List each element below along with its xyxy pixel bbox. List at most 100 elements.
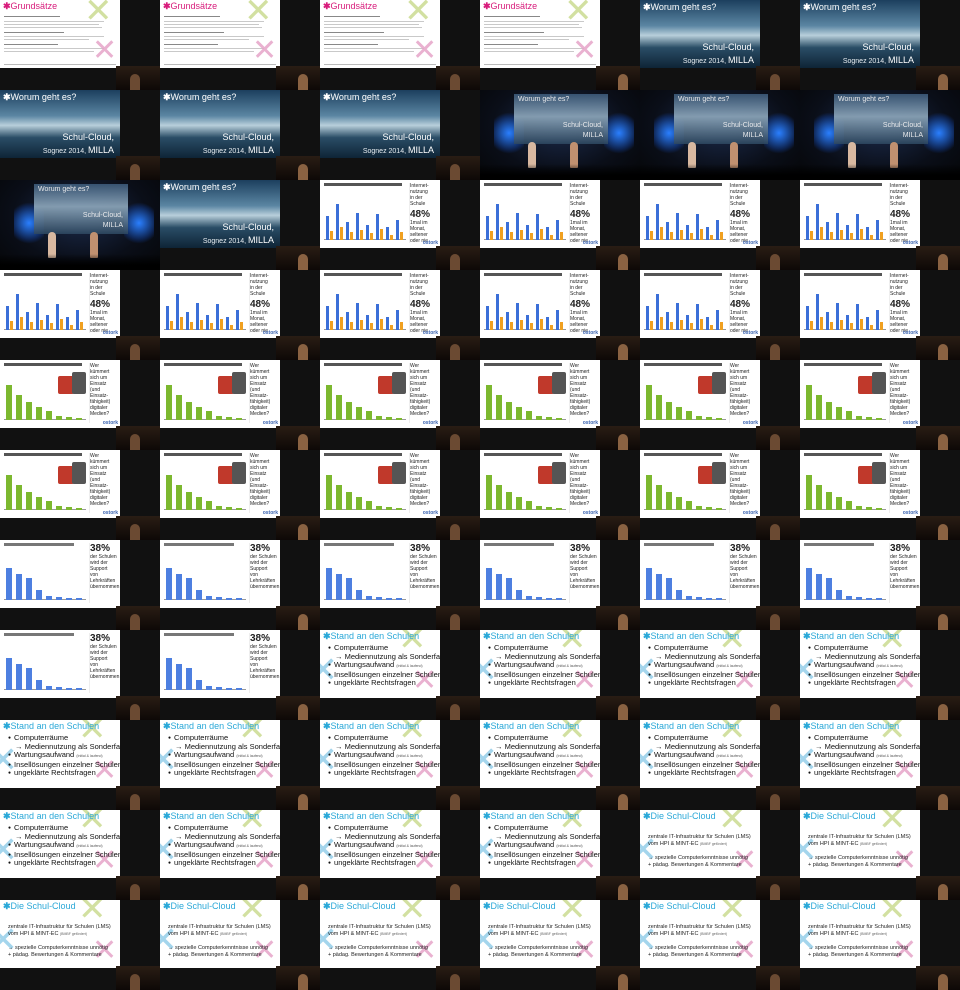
speaker-inset xyxy=(116,966,160,990)
thumbnail-stand[interactable]: ✕ ✕ ✕ ✱Stand an den Schulen Computerräum… xyxy=(640,720,800,810)
thumbnail-chart3[interactable]: 38% der Schulen wird der Support von Leh… xyxy=(160,630,320,720)
thumbnail-chart1[interactable]: Internet- nutzung in der Schule 48% 1mal… xyxy=(480,270,640,360)
chart-bar xyxy=(46,596,52,600)
thumbnail-grund[interactable]: ✱Grundsätze ✕ ✕ xyxy=(0,0,160,90)
thumbnail-chart1[interactable]: Internet- nutzung in der Schule 48% 1mal… xyxy=(160,270,320,360)
speaker-inset xyxy=(276,606,320,630)
thumbnail-grund[interactable]: ✱Grundsätze ✕ ✕ xyxy=(480,0,640,90)
thumbnail-stand[interactable]: ✕ ✕ ✕ ✱Stand an den Schulen Computerräum… xyxy=(320,630,480,720)
thumbnail-worum[interactable]: ✱Worum geht es? Schul-Cloud, Sognez 2014… xyxy=(160,90,320,180)
thumbnail-chart2[interactable]: Wer kümmert sich um Einsatz (und Einsatz… xyxy=(160,450,320,540)
thumbnail-photo[interactable]: Worum geht es? Schul-Cloud, MILLA xyxy=(480,90,640,180)
slide-stand: ✕ ✕ ✕ ✱Stand an den Schulen Computerräum… xyxy=(0,720,120,788)
thumbnail-chart2[interactable]: Wer kümmert sich um Einsatz (und Einsatz… xyxy=(640,450,800,540)
thumbnail-chart2[interactable]: Wer kümmert sich um Einsatz (und Einsatz… xyxy=(160,360,320,450)
thumbnail-stand[interactable]: ✕ ✕ ✕ ✱Stand an den Schulen Computerräum… xyxy=(320,720,480,810)
thumbnail-chart3[interactable]: 38% der Schulen wird der Support von Leh… xyxy=(0,540,160,630)
thumbnail-chart2[interactable]: Wer kümmert sich um Einsatz (und Einsatz… xyxy=(0,360,160,450)
chart-bar xyxy=(556,508,562,510)
slide-stand: ✕ ✕ ✕ ✱Stand an den Schulen Computerräum… xyxy=(160,720,280,788)
thumbnail-chart2[interactable]: Wer kümmert sich um Einsatz (und Einsatz… xyxy=(0,450,160,540)
slide-title: ✱Worum geht es? xyxy=(323,92,397,102)
chart-bar xyxy=(530,233,533,240)
chart-sidebar: Wer kümmert sich um Einsatz (und Einsatz… xyxy=(409,363,439,423)
thumbnail-chart1[interactable]: Internet- nutzung in der Schule 48% 1mal… xyxy=(320,180,480,270)
thumbnail-cloud[interactable]: ✕ ✕ ✕ ✱Die Schul-Cloud zentrale IT-Infra… xyxy=(0,900,160,990)
chart-sidebar: Internet- nutzung in der Schule 48% 1mal… xyxy=(409,273,439,334)
thumbnail-chart2[interactable]: Wer kümmert sich um Einsatz (und Einsatz… xyxy=(640,360,800,450)
thumbnail-stand[interactable]: ✕ ✕ ✕ ✱Stand an den Schulen Computerräum… xyxy=(160,810,320,900)
thumbnail-worum[interactable]: ✱Worum geht es? Schul-Cloud, Sognez 2014… xyxy=(160,180,320,270)
thumbnail-stand[interactable]: ✕ ✕ ✕ ✱Stand an den Schulen Computerräum… xyxy=(480,810,640,900)
thumbnail-stand[interactable]: ✕ ✕ ✕ ✱Stand an den Schulen Computerräum… xyxy=(160,720,320,810)
thumbnail-cloud[interactable]: ✕ ✕ ✕ ✱Die Schul-Cloud zentrale IT-Infra… xyxy=(160,900,320,990)
paragraph: vom HPI & MINT-EC (BMBF gefördert) xyxy=(8,931,87,937)
thumbnail-chart1[interactable]: Internet- nutzung in der Schule 48% 1mal… xyxy=(640,270,800,360)
chart-bar xyxy=(216,687,222,690)
deco-x-green: ✕ xyxy=(84,0,113,30)
chart-bar xyxy=(686,315,689,330)
thumbnail-worum[interactable]: ✱Worum geht es? Schul-Cloud, Sognez 2014… xyxy=(320,90,480,180)
speaker-inset xyxy=(276,696,320,720)
thumbnail-chart1[interactable]: Internet- nutzung in der Schule 48% 1mal… xyxy=(480,180,640,270)
thumbnail-chart2[interactable]: Wer kümmert sich um Einsatz (und Einsatz… xyxy=(480,450,640,540)
slide-title: ✱Worum geht es? xyxy=(163,182,237,192)
thumbnail-chart1[interactable]: Internet- nutzung in der Schule 48% 1mal… xyxy=(800,270,960,360)
chart-bar xyxy=(806,568,812,600)
thumbnail-chart2[interactable]: Wer kümmert sich um Einsatz (und Einsatz… xyxy=(800,360,960,450)
thumbnail-grund[interactable]: ✱Grundsätze ✕ ✕ xyxy=(320,0,480,90)
thumbnail-chart2[interactable]: Wer kümmert sich um Einsatz (und Einsatz… xyxy=(480,360,640,450)
slide-title: ✱Stand an den Schulen xyxy=(483,721,580,731)
thumbnail-photo[interactable]: Worum geht es? Schul-Cloud, MILLA xyxy=(640,90,800,180)
thumbnail-stand[interactable]: ✕ ✕ ✕ ✱Stand an den Schulen Computerräum… xyxy=(0,810,160,900)
thumbnail-worum[interactable]: ✱Worum geht es? Schul-Cloud, Sognez 2014… xyxy=(0,90,160,180)
chart-bar xyxy=(506,492,512,510)
deco-x-green: ✕ xyxy=(244,0,273,30)
thumbnail-cloud[interactable]: ✕ ✕ ✕ ✱Die Schul-Cloud zentrale IT-Infra… xyxy=(800,900,960,990)
thumbnail-stand[interactable]: ✕ ✕ ✕ ✱Stand an den Schulen Computerräum… xyxy=(480,720,640,810)
chart-sidebar: 38% der Schulen wird der Support von Leh… xyxy=(729,543,759,603)
thumbnail-chart2[interactable]: Wer kümmert sich um Einsatz (und Einsatz… xyxy=(320,360,480,450)
thumbnail-photo[interactable]: Worum geht es? Schul-Cloud, MILLA xyxy=(800,90,960,180)
chart-bar xyxy=(676,213,679,240)
thumbnail-worum[interactable]: ✱Worum geht es? Schul-Cloud, Sognez 2014… xyxy=(640,0,800,90)
thumbnail-stand[interactable]: ✕ ✕ ✕ ✱Stand an den Schulen Computerräum… xyxy=(640,630,800,720)
thumbnail-chart1[interactable]: Internet- nutzung in der Schule 48% 1mal… xyxy=(800,180,960,270)
chart-bar xyxy=(66,507,72,510)
thumbnail-chart3[interactable]: 38% der Schulen wird der Support von Leh… xyxy=(800,540,960,630)
thumbnail-stand[interactable]: ✕ ✕ ✕ ✱Stand an den Schulen Computerräum… xyxy=(800,720,960,810)
thumbnail-stand[interactable]: ✕ ✕ ✕ ✱Stand an den Schulen Computerräum… xyxy=(320,810,480,900)
slide-stand: ✕ ✕ ✕ ✱Stand an den Schulen Computerräum… xyxy=(0,810,120,878)
thumbnail-chart1[interactable]: Internet- nutzung in der Schule 48% 1mal… xyxy=(320,270,480,360)
thumbnail-stand[interactable]: ✕ ✕ ✕ ✱Stand an den Schulen Computerräum… xyxy=(0,720,160,810)
chart-sidebar: Wer kümmert sich um Einsatz (und Einsatz… xyxy=(569,453,599,513)
chart-sidebar: Internet- nutzung in der Schule 48% 1mal… xyxy=(569,183,599,244)
speaker-inset xyxy=(596,516,640,540)
thumbnail-chart3[interactable]: 38% der Schulen wird der Support von Leh… xyxy=(320,540,480,630)
thumbnail-chart1[interactable]: Internet- nutzung in der Schule 48% 1mal… xyxy=(0,270,160,360)
thumbnail-grund[interactable]: ✱Grundsätze ✕ ✕ xyxy=(160,0,320,90)
thumbnail-stand[interactable]: ✕ ✕ ✕ ✱Stand an den Schulen Computerräum… xyxy=(480,630,640,720)
thumbnail-chart2[interactable]: Wer kümmert sich um Einsatz (und Einsatz… xyxy=(800,450,960,540)
slide-title: ✱Stand an den Schulen xyxy=(323,721,420,731)
chart-bar xyxy=(216,597,222,600)
thumbnail-photo[interactable]: Worum geht es? Schul-Cloud, MILLA xyxy=(0,180,160,270)
thumbnail-cloud[interactable]: ✕ ✕ ✕ ✱Die Schul-Cloud zentrale IT-Infra… xyxy=(640,810,800,900)
thumbnail-chart3[interactable]: 38% der Schulen wird der Support von Leh… xyxy=(0,630,160,720)
chart-bar xyxy=(336,395,342,420)
chart-bar xyxy=(556,220,559,240)
thumbnail-chart2[interactable]: Wer kümmert sich um Einsatz (und Einsatz… xyxy=(320,450,480,540)
thumbnail-cloud[interactable]: ✕ ✕ ✕ ✱Die Schul-Cloud zentrale IT-Infra… xyxy=(320,900,480,990)
thumbnail-chart1[interactable]: Internet- nutzung in der Schule 48% 1mal… xyxy=(640,180,800,270)
thumbnail-cloud[interactable]: ✕ ✕ ✕ ✱Die Schul-Cloud zentrale IT-Infra… xyxy=(800,810,960,900)
thumbnail-chart3[interactable]: 38% der Schulen wird der Support von Leh… xyxy=(160,540,320,630)
chart-bar xyxy=(6,568,12,600)
chart-bar xyxy=(516,590,522,600)
thumbnail-chart3[interactable]: 38% der Schulen wird der Support von Leh… xyxy=(640,540,800,630)
thumbnail-cloud[interactable]: ✕ ✕ ✕ ✱Die Schul-Cloud zentrale IT-Infra… xyxy=(480,900,640,990)
thumbnail-chart3[interactable]: 38% der Schulen wird der Support von Leh… xyxy=(480,540,640,630)
thumbnail-stand[interactable]: ✕ ✕ ✕ ✱Stand an den Schulen Computerräum… xyxy=(800,630,960,720)
thumbnail-worum[interactable]: ✱Worum geht es? Schul-Cloud, Sognez 2014… xyxy=(800,0,960,90)
list-item: ungeklärte Rechtsfragen xyxy=(328,768,440,778)
thumbnail-cloud[interactable]: ✕ ✕ ✕ ✱Die Schul-Cloud zentrale IT-Infra… xyxy=(640,900,800,990)
